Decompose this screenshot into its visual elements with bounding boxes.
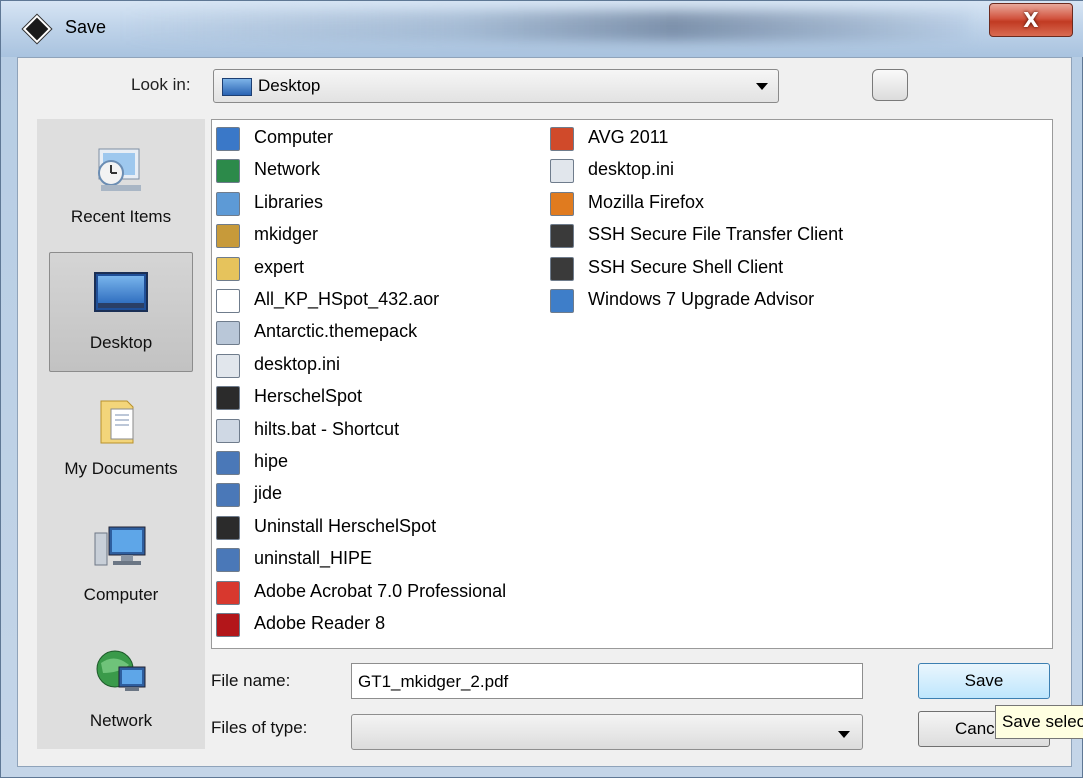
settings-file-icon [550,159,574,184]
library-icon [216,191,240,216]
computer-icon [94,526,146,566]
look-in-label: Look in: [131,75,191,94]
place-label: Network [89,711,153,730]
java-shortcut-icon [216,548,240,573]
user-folder-icon [216,224,240,249]
file-name-text: hipe [254,451,289,471]
file-name-text: Antarctic.themepack [254,321,418,342]
place-label: Recent Items [70,207,172,226]
batch-shortcut-icon [216,418,240,443]
place-label: Desktop [89,333,153,352]
title-bar[interactable]: Save X [1,1,1083,57]
dialog-window: Save X Look in: Desktop Recent Items Des… [0,0,1083,778]
file-name-text: HerschelSpot [254,386,363,407]
file-name-text: uninstall_HIPE [254,548,373,569]
files-of-type-combo[interactable] [351,714,863,750]
files-of-type-label: Files of type: [211,718,308,737]
desktop-icon [94,272,148,312]
settings-file-icon [216,353,240,378]
file-name-text: mkidger [254,224,319,245]
file-name-text: Windows 7 Upgrade Advisor [588,289,815,309]
java-app-icon [22,14,52,44]
file-name-input[interactable]: GT1_mkidger_2.pdf [351,663,863,699]
place-computer[interactable]: Computer [37,505,205,625]
file-name-text: desktop.ini [588,159,675,180]
windows-shortcut-icon [550,289,574,313]
documents-folder-icon [100,400,134,444]
window-title: Save [65,17,107,37]
file-name-text: Libraries [254,191,324,212]
file-name-text: desktop.ini [254,353,341,374]
file-name-label: File name: [211,671,291,690]
recent-items-icon [98,148,141,191]
save-button[interactable]: Save [918,663,1050,699]
reader-icon [216,613,240,637]
file-name-text: All_KP_HSpot_432.aor [254,289,440,309]
place-label: Computer [83,585,159,604]
file-name-text: expert [254,256,305,277]
file-name-text: Uninstall HerschelSpot [254,515,437,536]
close-button[interactable]: X [989,3,1073,37]
place-my-documents[interactable]: My Documents [37,379,205,499]
network-icon [96,650,146,691]
file-name-text: Network [254,159,321,180]
file-name-text: hilts.bat - Shortcut [254,418,400,439]
java-shortcut-icon [216,483,240,508]
look-in-combo[interactable]: Desktop [213,69,779,103]
firefox-icon [550,191,574,216]
file-list[interactable]: Computer Network Libraries mkidger expert All… [211,119,1053,649]
place-desktop[interactable]: Desktop [49,252,193,372]
java-shortcut-icon [216,451,240,475]
file-name-text: SSH Secure File Transfer Client [588,224,844,245]
file-name-text: Adobe Acrobat 7.0 Professional [254,580,507,601]
save-tooltip: Save selected file [995,705,1083,739]
folder-icon [216,256,240,281]
file-name-text: Computer [254,127,334,147]
file-name-text: jide [254,483,283,504]
avg-icon [550,127,574,151]
file-icon [216,289,240,313]
file-name-text: SSH Secure Shell Client [588,256,784,277]
place-network[interactable]: Network [37,631,205,751]
place-label: My Documents [64,459,178,478]
acrobat-icon [216,580,240,605]
look-in-value: Desktop [258,76,321,95]
file-name-value: GT1_mkidger_2.pdf [358,672,509,691]
place-recent-items[interactable]: Recent Items [37,127,205,247]
view-options-button[interactable] [872,69,908,101]
places-bar: Recent Items Desktop My Documents Comput… [37,119,205,749]
file-name-text: Adobe Reader 8 [254,613,386,633]
ssh-icon [550,224,574,249]
shortcut-icon [216,515,240,540]
computer-icon [216,127,240,151]
file-name-text: Mozilla Firefox [588,191,705,212]
network-icon [216,159,240,184]
background-window-blur [121,11,971,41]
file-name-text: AVG 2011 [588,127,669,147]
shortcut-icon [216,386,240,411]
chevron-down-icon[interactable] [756,83,768,90]
chevron-down-icon[interactable] [838,731,850,738]
ssh-icon [550,256,574,281]
themepack-icon [216,321,240,346]
desktop-icon [222,78,252,96]
